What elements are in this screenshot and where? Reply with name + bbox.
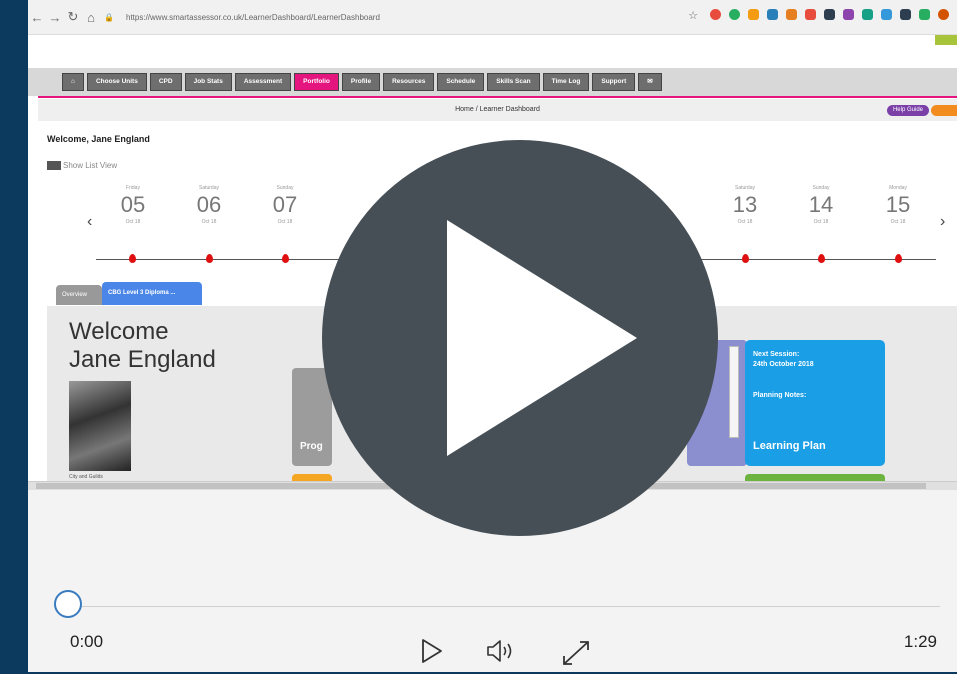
month: Oct 18 [125, 219, 141, 225]
timeline-marker[interactable] [206, 254, 213, 263]
list-view-label: Show List View [63, 161, 118, 170]
home-browser-icon[interactable]: ⌂ [82, 10, 100, 25]
timeline-prev-button[interactable]: ‹ [87, 213, 92, 231]
month: Oct 18 [813, 219, 829, 225]
menu-job-stats[interactable]: Job Stats [184, 73, 232, 91]
url-bar[interactable]: https://www.smartassessor.co.uk/LearnerD… [126, 13, 380, 22]
tab-course[interactable]: CBG Level 3 Diploma ... [102, 282, 202, 305]
timeline-day[interactable]: Saturday 13 Oct 18 [720, 185, 770, 225]
current-time: 0:00 [70, 632, 104, 651]
planning-notes: Planning Notes: [753, 392, 807, 399]
extension-icon[interactable] [786, 9, 797, 20]
menu-cpd[interactable]: CPD [149, 73, 182, 91]
extension-icons: ☆ [684, 9, 949, 22]
day-number: 13 [732, 192, 758, 217]
menu-resources[interactable]: Resources [383, 73, 435, 91]
timeline-marker[interactable] [818, 254, 825, 263]
home-icon[interactable]: ⌂ [62, 73, 84, 91]
total-time: 1:29 [903, 632, 937, 651]
timeline-day[interactable]: Friday 05 Oct 18 [108, 185, 158, 225]
play-overlay-button[interactable] [322, 140, 718, 536]
extension-icon[interactable] [843, 9, 854, 20]
menu-accent-line [38, 96, 957, 98]
card-scrollbar[interactable] [729, 346, 739, 438]
breadcrumb: Home / Learner Dashboard Help Guide [38, 99, 957, 121]
next-session-title: Next Session: [753, 351, 800, 358]
timeline-day[interactable]: Saturday 06 Oct 18 [184, 185, 234, 225]
seek-knob[interactable] [54, 590, 82, 618]
main-menu: ⌂ Choose Units CPD Job Stats Assessment … [28, 68, 957, 96]
lock-icon: 🔒 [104, 12, 114, 22]
star-icon[interactable]: ☆ [684, 9, 702, 22]
reload-icon[interactable]: ↻ [64, 9, 82, 25]
extension-icon[interactable] [748, 9, 759, 20]
corner-flag [935, 35, 957, 45]
day-number: 15 [885, 192, 911, 217]
volume-icon[interactable] [485, 638, 519, 670]
forward-icon[interactable]: → [46, 10, 64, 25]
timeline-marker[interactable] [895, 254, 902, 263]
avatar [69, 381, 131, 471]
next-session-card[interactable]: Next Session: 24th October 2018 Planning… [745, 340, 885, 466]
welcome-line: Welcome [69, 318, 169, 345]
next-session-date: 24th October 2018 [753, 361, 814, 368]
browser-toolbar: ← → ↻ ⌂ 🔒 https://www.smartassessor.co.u… [28, 0, 957, 35]
month: Oct 18 [277, 219, 293, 225]
menu-choose-units[interactable]: Choose Units [86, 73, 147, 91]
progress-label: Prog [300, 441, 323, 452]
back-icon[interactable]: ← [28, 10, 46, 25]
learning-plan-link[interactable]: Learning Plan [753, 440, 826, 452]
day-number: 07 [272, 192, 298, 217]
day-number: 14 [808, 192, 834, 217]
mail-icon[interactable]: ✉ [638, 73, 662, 91]
list-view-toggle[interactable]: Show List View [47, 161, 118, 171]
menu-schedule[interactable]: Schedule [437, 73, 485, 91]
extension-icon[interactable] [900, 9, 911, 20]
play-icon[interactable] [420, 638, 444, 670]
timeline-day[interactable]: Monday 15 Oct 18 [873, 185, 923, 225]
extension-icon[interactable] [881, 9, 892, 20]
next-session-info: Next Session: 24th October 2018 [753, 350, 814, 370]
extension-icon[interactable] [767, 9, 778, 20]
day-number: 06 [196, 192, 222, 217]
play-overlay-icon [447, 220, 637, 456]
orange-button[interactable] [931, 105, 957, 116]
menu-assessment[interactable]: Assessment [234, 73, 292, 91]
timeline-day[interactable]: Sunday 14 Oct 18 [796, 185, 846, 225]
timeline-marker[interactable] [282, 254, 289, 263]
learner-name: Jane England [69, 346, 216, 373]
timeline-marker[interactable] [129, 254, 136, 263]
day-number: 05 [120, 192, 146, 217]
list-icon [47, 161, 61, 171]
extension-icon[interactable] [805, 9, 816, 20]
help-guide-button[interactable]: Help Guide [886, 105, 929, 116]
menu-portfolio[interactable]: Portfolio [294, 73, 339, 91]
timeline-day[interactable]: Sunday 07 Oct 18 [260, 185, 310, 225]
month: Oct 18 [890, 219, 906, 225]
extension-icon[interactable] [824, 9, 835, 20]
menu-support[interactable]: Support [592, 73, 636, 91]
avatar-caption: City and Guilds [69, 474, 103, 480]
profile-avatar-icon[interactable] [938, 9, 949, 20]
progress-card[interactable]: Prog [292, 368, 332, 466]
menu-time-log[interactable]: Time Log [542, 73, 590, 91]
timeline-next-button[interactable]: › [940, 213, 945, 231]
extension-icon[interactable] [710, 9, 721, 20]
menu-skills-scan[interactable]: Skills Scan [487, 73, 540, 91]
fullscreen-icon[interactable] [560, 638, 592, 674]
tab-overview[interactable]: Overview [56, 285, 102, 305]
welcome-header: Welcome, Jane England [47, 134, 150, 144]
breadcrumb-text[interactable]: Home / Learner Dashboard [455, 106, 540, 113]
welcome-title: Welcome Jane England [69, 318, 216, 374]
seek-bar[interactable] [58, 606, 940, 607]
extension-icon[interactable] [862, 9, 873, 20]
extension-icon[interactable] [919, 9, 930, 20]
extension-icon[interactable] [729, 9, 740, 20]
month: Oct 18 [737, 219, 753, 225]
month: Oct 18 [201, 219, 217, 225]
menu-profile[interactable]: Profile [341, 73, 381, 91]
timeline-marker[interactable] [742, 254, 749, 263]
